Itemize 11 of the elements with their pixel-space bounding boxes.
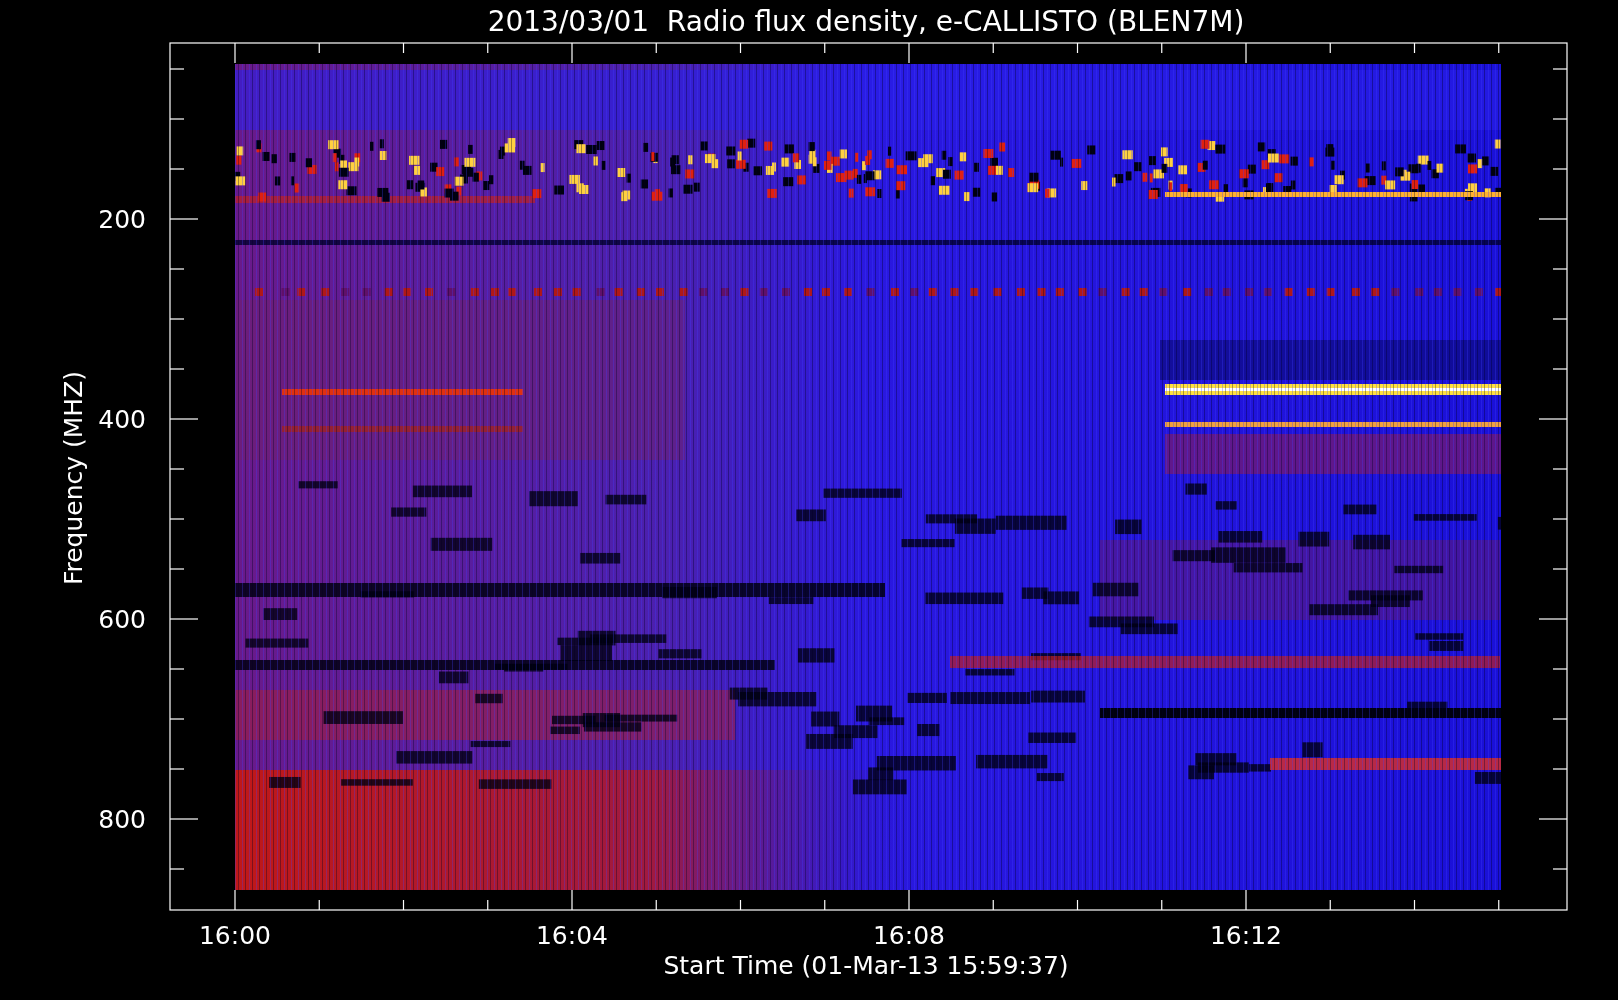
axis-title: Start Time (01-Mar-13 15:59:37) bbox=[663, 951, 1069, 980]
tick-label: 16:00 bbox=[199, 921, 271, 950]
tick-label: 16:12 bbox=[1210, 921, 1282, 950]
tick-label: 800 bbox=[98, 805, 146, 834]
tick-label: 16:08 bbox=[873, 921, 945, 950]
tick-label: 200 bbox=[98, 205, 146, 234]
axis-title: Frequency (MHZ) bbox=[59, 370, 88, 586]
tick-label: 600 bbox=[98, 605, 146, 634]
tick-label: 400 bbox=[98, 405, 146, 434]
tick-label: 16:04 bbox=[536, 921, 608, 950]
chart-title: 2013/03/01 Radio flux density, e-CALLISTO (BLEN7M) bbox=[487, 5, 1245, 38]
